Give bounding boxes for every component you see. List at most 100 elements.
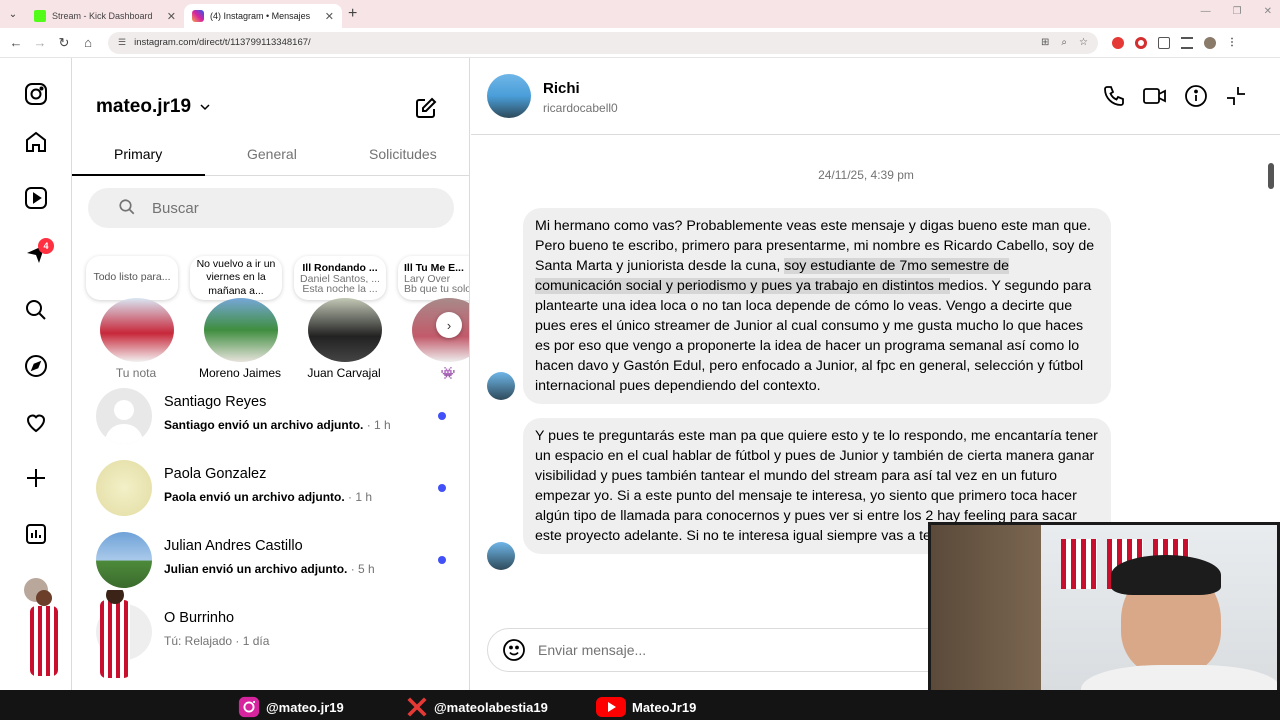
restore-icon[interactable]: ❐ — [1233, 6, 1242, 17]
back-icon[interactable]: ← — [4, 35, 28, 50]
chat-scrollbar[interactable] — [1268, 163, 1274, 189]
note-song-title: Ill Rondando ... — [302, 262, 378, 273]
instagram-icon — [238, 696, 260, 718]
note-avatar — [204, 298, 278, 362]
note-name: Tu nota — [115, 366, 157, 380]
search-icon[interactable] — [24, 298, 48, 322]
player-head — [36, 590, 52, 606]
account-username: mateo.jr19 — [96, 96, 192, 117]
browser-tab-kick[interactable]: Stream - Kick Dashboard ✕ — [26, 4, 184, 28]
streamer-hair — [1111, 555, 1221, 595]
message-placeholder: Enviar mensaje... — [538, 642, 647, 658]
sender-avatar — [487, 542, 515, 570]
note-name: Moreno Jaimes — [198, 366, 282, 380]
conversation-name: Julian Andres Castillo — [164, 538, 303, 554]
conversation-item[interactable]: Julian Andres Castillo Julian envió un a… — [72, 524, 469, 596]
youtube-handle-text: MateoJr19 — [632, 699, 697, 715]
instagram-logo-icon[interactable] — [24, 82, 48, 106]
tab-primary[interactable]: Primary — [114, 146, 162, 162]
conversation-item[interactable]: Paola Gonzalez Paola envió un archivo ad… — [72, 452, 469, 524]
account-switcher[interactable]: mateo.jr19 — [96, 96, 211, 118]
browser-tab-instagram[interactable]: (4) Instagram • Mensajes ✕ — [184, 4, 342, 28]
reload-icon[interactable]: ↻ — [52, 35, 76, 51]
zoom-icon[interactable]: ⌕ — [1061, 37, 1067, 48]
instagram-favicon-icon — [192, 10, 204, 22]
message-bubble[interactable]: Mi hermano como vas? Probablemente veas … — [523, 208, 1111, 404]
unread-indicator — [438, 484, 446, 492]
message-text: edios. Y segundo para plantearte una ide… — [535, 278, 1092, 394]
info-icon[interactable] — [1184, 84, 1208, 108]
bookmark-star-icon[interactable]: ☆ — [1079, 37, 1088, 48]
tab-title: Stream - Kick Dashboard — [52, 11, 153, 21]
x-handle: @mateolabestia19 — [406, 696, 548, 718]
notifications-badge: 4 — [38, 238, 54, 254]
dashboard-icon[interactable] — [24, 522, 48, 546]
menu-dots-icon[interactable]: ⋮ — [1227, 37, 1237, 49]
avatar — [96, 460, 152, 516]
opera-extension-icon[interactable] — [1135, 36, 1147, 49]
chat-contact-handle[interactable]: ricardocabell0 — [543, 101, 618, 115]
x-handle-text: @mateolabestia19 — [434, 699, 548, 715]
tab-title: (4) Instagram • Mensajes — [210, 11, 311, 21]
new-tab-button[interactable]: + — [348, 5, 357, 23]
tab-search-button[interactable]: ⌄ — [0, 0, 26, 28]
home-icon[interactable] — [24, 130, 48, 154]
phone-icon[interactable] — [1102, 84, 1126, 108]
chat-contact-name[interactable]: Richi — [543, 80, 580, 97]
note-text: Bb que tu solo — [404, 283, 470, 295]
home-icon[interactable]: ⌂ — [76, 35, 100, 50]
profile-avatar-icon[interactable] — [1204, 36, 1216, 49]
extension-icon[interactable] — [1112, 36, 1124, 49]
note-avatar — [308, 298, 382, 362]
note-text: Esta noche la ... — [302, 283, 378, 295]
notes-next-button[interactable]: › — [436, 312, 462, 338]
conversation-preview: Paola envió un archivo adjunto. · 1 h — [164, 490, 372, 504]
notes-tray: Todo listo para... Tu nota No vuelvo a i… — [72, 254, 470, 384]
forward-icon[interactable]: → — [28, 35, 52, 50]
tab-requests[interactable]: Solicitudes — [369, 146, 437, 162]
player-figure — [30, 606, 58, 676]
create-icon[interactable] — [24, 466, 48, 490]
youtube-handle: MateoJr19 — [596, 696, 696, 718]
note-artist: Daniel Santos, ... — [300, 272, 380, 284]
tab-general[interactable]: General — [247, 146, 297, 162]
close-window-icon[interactable]: ✕ — [1264, 6, 1272, 17]
note-bubble: No vuelvo a ir un viernes en la mañana a… — [190, 256, 282, 300]
install-app-icon[interactable]: ⊞ — [1041, 37, 1049, 48]
search-input[interactable]: Buscar — [88, 188, 454, 228]
window-controls: — ❐ ✕ — [1201, 6, 1272, 17]
preview-time: · 1 h — [366, 418, 391, 432]
note-bubble: Ill Tu Me E... Lary Over Bb que tu solo — [398, 256, 470, 300]
puzzle-icon[interactable] — [1158, 36, 1170, 49]
unread-indicator — [438, 412, 446, 420]
address-bar[interactable]: ☰ instagram.com/direct/t/113799113348167… — [108, 31, 1098, 54]
chevron-down-icon — [200, 104, 210, 111]
site-info-icon[interactable]: ☰ — [118, 37, 126, 48]
preview-text: Julian envió un archivo adjunto. — [164, 562, 348, 576]
extensions-area: ⋮ — [1112, 36, 1237, 49]
chat-avatar[interactable] — [487, 74, 531, 118]
explore-icon[interactable] — [24, 354, 48, 378]
avatar — [96, 388, 152, 444]
emoji-icon[interactable] — [502, 638, 526, 662]
media-icon[interactable] — [1181, 36, 1193, 49]
minimize-icon[interactable]: — — [1201, 6, 1211, 17]
preview-time: · 5 h — [350, 562, 375, 576]
preview-text: Tú: Relajado — [164, 634, 233, 648]
new-message-icon[interactable] — [414, 96, 438, 125]
browser-tab-bar: ⌄ Stream - Kick Dashboard ✕ (4) Instagra… — [0, 0, 1280, 28]
video-call-icon[interactable] — [1142, 84, 1168, 108]
conversation-item[interactable]: Santiago Reyes Santiago envió un archivo… — [72, 380, 469, 452]
kick-favicon-icon — [34, 10, 46, 22]
chat-header: Richi ricardocabell0 — [471, 58, 1280, 135]
reels-icon[interactable] — [24, 186, 48, 210]
close-tab-icon[interactable]: ✕ — [167, 10, 176, 23]
conversation-preview: Tú: Relajado · 1 día — [164, 634, 269, 648]
minimize-chat-icon[interactable] — [1224, 84, 1248, 108]
conversation-preview: Julian envió un archivo adjunto. · 5 h — [164, 562, 375, 576]
note-artist: Lary Over — [404, 272, 451, 284]
heart-icon[interactable] — [24, 410, 48, 434]
active-tab-indicator — [72, 174, 205, 176]
close-tab-icon[interactable]: ✕ — [325, 10, 334, 23]
chevron-right-icon: › — [446, 317, 452, 333]
